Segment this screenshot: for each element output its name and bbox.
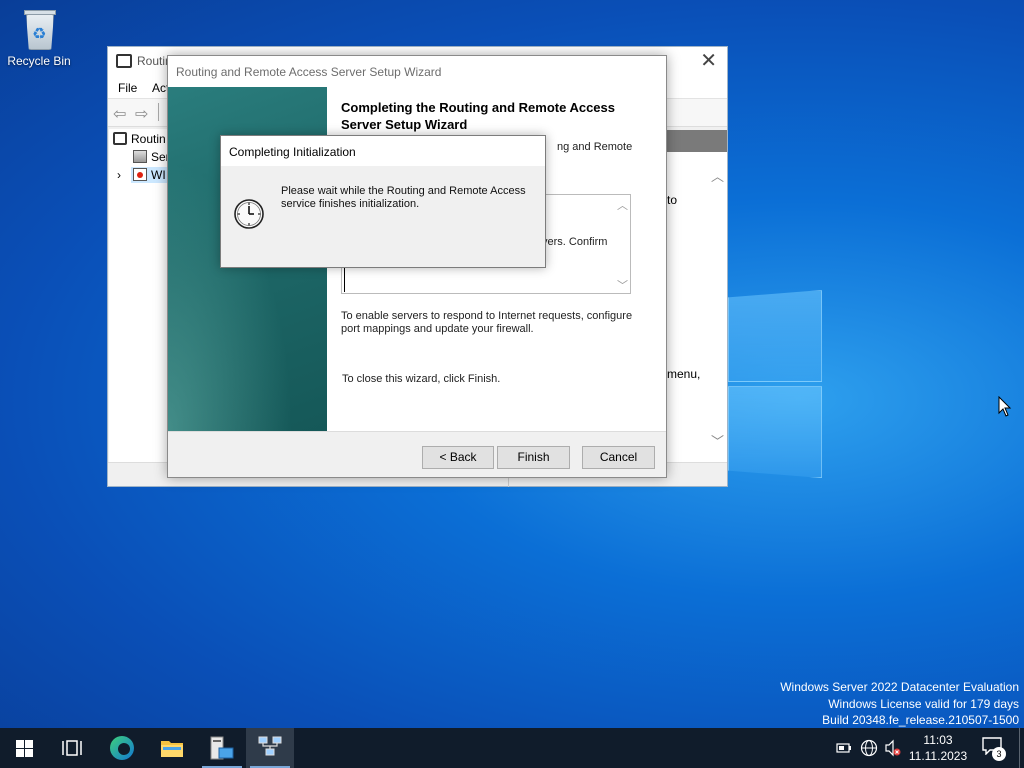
task-view-button[interactable] <box>48 728 96 768</box>
cancel-button[interactable]: Cancel <box>582 446 655 469</box>
details-text-fragment-2: menu, <box>667 367 701 381</box>
recycle-bin-shortcut[interactable]: ♻ Recycle Bin <box>6 6 72 68</box>
routing-app-icon <box>116 54 132 68</box>
tree-item-server-status[interactable]: Ser <box>133 150 170 164</box>
chevron-up-icon[interactable]: ︿ <box>617 197 628 213</box>
tree-item-routing-label: Routin <box>131 132 166 146</box>
windows-logo-wallpaper <box>728 290 822 480</box>
windows-start-icon <box>16 740 33 757</box>
routing-console-taskbar-button[interactable] <box>246 728 294 768</box>
menu-file[interactable]: File <box>118 81 137 95</box>
network-globe-icon[interactable] <box>860 728 878 768</box>
close-icon[interactable]: ✕ <box>700 49 717 73</box>
show-desktop-divider[interactable] <box>1019 728 1020 768</box>
text-caret <box>344 268 345 292</box>
details-header <box>667 130 727 152</box>
close-instruction: To close this wizard, click Finish. <box>342 373 501 385</box>
notification-count-badge: 3 <box>992 747 1006 761</box>
tree-item-server-label: WI <box>151 168 166 182</box>
watermark-edition: Windows Server 2022 Datacenter Evaluatio… <box>780 680 1019 694</box>
firewall-note: To enable servers to respond to Internet… <box>341 310 633 335</box>
summary-fragment-1: vers. Confirm <box>542 236 608 248</box>
routing-node-icon <box>113 132 127 145</box>
clock-icon <box>234 199 264 229</box>
server-manager-button[interactable] <box>198 728 246 768</box>
initialization-title: Completing Initialization <box>229 145 356 159</box>
console-tree-pane: Routin Ser › WI <box>109 129 170 463</box>
server-manager-icon <box>210 736 234 760</box>
taskbar-clock[interactable]: 11:03 11.11.2023 <box>906 732 970 764</box>
mouse-pointer-icon <box>998 396 1012 417</box>
toolbar-divider <box>158 103 159 121</box>
back-arrow-icon[interactable]: ⇦ <box>113 104 126 124</box>
tray-battery-icon[interactable] <box>836 728 852 768</box>
server-status-icon <box>133 150 147 163</box>
tree-item-routing[interactable]: Routin <box>113 132 166 146</box>
file-explorer-button[interactable] <box>148 728 196 768</box>
tree-expand-chevron[interactable]: › <box>117 168 121 182</box>
details-pane: to menu, ︿ ﹀ <box>667 152 727 462</box>
details-text-fragment-1: to <box>667 193 678 207</box>
back-button[interactable]: < Back <box>422 446 494 469</box>
recycle-bin-label: Recycle Bin <box>7 54 71 68</box>
task-view-icon <box>62 740 82 756</box>
watermark-license: Windows License valid for 179 days <box>828 696 1019 711</box>
edge-browser-icon <box>110 736 134 760</box>
folder-icon <box>161 741 183 757</box>
edge-button[interactable] <box>98 728 146 768</box>
chevron-down-icon[interactable]: ﹀ <box>711 431 724 450</box>
chevron-down-icon[interactable]: ﹀ <box>617 277 628 293</box>
initialization-titlebar[interactable]: Completing Initialization <box>221 136 545 166</box>
taskbar: 11:03 11.11.2023 3 <box>0 728 1024 768</box>
server-stopped-icon <box>133 168 147 181</box>
wizard-title: Routing and Remote Access Server Setup W… <box>176 65 442 79</box>
forward-arrow-icon[interactable]: ⇨ <box>135 104 148 124</box>
summary-scrollbar[interactable]: ︿ ﹀ <box>614 195 630 293</box>
wizard-heading: Completing the Routing and Remote Access… <box>341 100 615 132</box>
wizard-footer: < Back Finish Cancel <box>168 431 666 477</box>
windows-watermark: Windows Server 2022 Datacenter Evaluatio… <box>780 679 1019 729</box>
recycle-bin-icon: ♻ <box>20 8 58 50</box>
wizard-intro-fragment: ng and Remote <box>557 141 633 153</box>
notification-center-button[interactable]: 3 <box>982 737 1006 761</box>
routing-network-icon <box>258 736 282 756</box>
watermark-build: Build 20348.fe_release.210507-1500 <box>822 713 1019 727</box>
initialization-message: Please wait while the Routing and Remote… <box>281 185 526 210</box>
clock-time: 11:03 <box>923 733 953 747</box>
start-button[interactable] <box>0 728 48 768</box>
clock-date: 11.11.2023 <box>908 749 968 763</box>
wizard-titlebar[interactable]: Routing and Remote Access Server Setup W… <box>168 56 666 87</box>
finish-button[interactable]: Finish <box>497 446 570 469</box>
chevron-up-icon[interactable]: ︿ <box>711 166 724 185</box>
tree-item-server[interactable]: WI <box>131 167 170 183</box>
volume-muted-icon[interactable] <box>884 728 902 768</box>
initialization-dialog[interactable]: Completing Initialization Please wait wh… <box>220 135 546 268</box>
